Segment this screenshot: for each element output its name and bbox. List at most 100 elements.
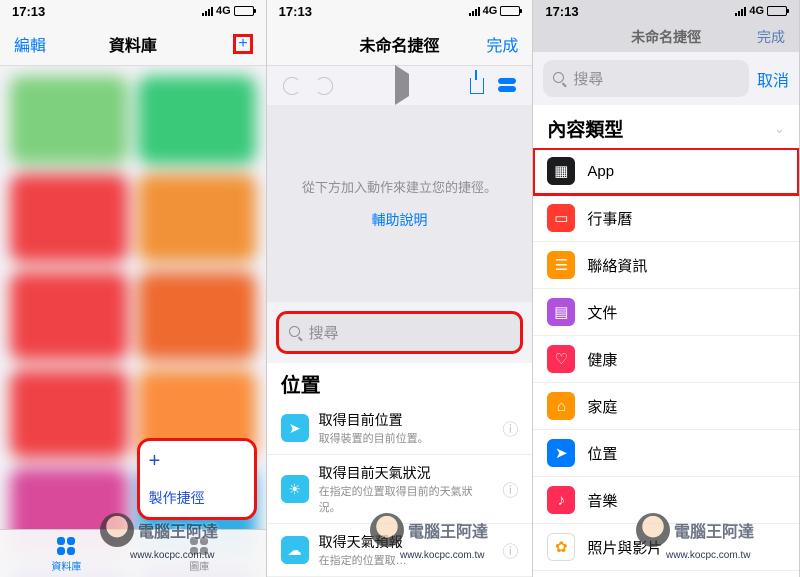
watermark-url: www.kocpc.com.tw [130, 550, 214, 561]
canvas-hint: 從下方加入動作來建立您的捷徑。 [302, 177, 497, 196]
category-item[interactable]: ☰ 聯絡資訊 [533, 242, 799, 289]
add-button[interactable]: + [234, 35, 251, 53]
search-row: 搜尋 取消 [533, 52, 799, 105]
search-placeholder: 搜尋 [309, 322, 339, 343]
shortcut-tile[interactable] [10, 174, 128, 262]
edit-button[interactable]: 編輯 [14, 32, 46, 56]
action-icon: ➤ [281, 414, 309, 442]
search-placeholder: 搜尋 [573, 68, 603, 89]
create-shortcut-card[interactable]: + 製作捷徑 [138, 439, 256, 519]
category-title: 內容類型 [547, 115, 623, 142]
status-right: 4G [469, 5, 521, 17]
status-right: 4G [202, 5, 254, 17]
action-subtitle: 取得裝置的目前位置。 [319, 430, 493, 446]
action-title: 取得目前位置 [319, 410, 493, 430]
shortcut-tile[interactable] [138, 174, 256, 262]
dimmed-nav: 未命名捷徑 完成 [533, 22, 799, 52]
chevron-down-icon: ⌄ [774, 121, 785, 137]
tab-library[interactable]: 資料庫 [0, 530, 133, 577]
category-icon: ➤ [547, 439, 575, 467]
shortcut-tile[interactable] [10, 370, 128, 458]
category-item[interactable]: ➤ 位置 [533, 430, 799, 477]
signal-icon [202, 7, 213, 16]
editor-canvas: 從下方加入動作來建立您的捷徑。 輔助說明 [267, 105, 533, 302]
status-right: 4G [735, 5, 787, 17]
watermark-url: www.kocpc.com.tw [400, 550, 484, 561]
category-item[interactable]: ▤ 文件 [533, 289, 799, 336]
library-content: + 製作捷徑 資料庫 圖庫 [0, 66, 266, 577]
search-input[interactable]: 搜尋 [277, 312, 523, 353]
category-label: 照片與影片 [587, 537, 662, 558]
action-row[interactable]: ☀ 取得目前天氣狀況 在指定的位置取得目前的天氣狀況。 ⓘ [267, 455, 533, 524]
action-row[interactable]: ➤ 取得目前位置 取得裝置的目前位置。 ⓘ [267, 402, 533, 455]
category-icon: ▦ [547, 157, 575, 185]
category-label: 聯絡資訊 [587, 255, 647, 276]
signal-icon [735, 7, 746, 16]
category-item[interactable]: ▦ App [533, 148, 799, 195]
category-header[interactable]: 內容類型 ⌄ [533, 105, 799, 148]
category-item[interactable]: ↑ 分享 [533, 571, 799, 577]
signal-icon [469, 7, 480, 16]
search-icon [289, 326, 303, 340]
status-time: 17:13 [12, 4, 45, 19]
network-label: 4G [483, 5, 498, 17]
category-label: App [587, 163, 614, 180]
cancel-button[interactable]: 取消 [757, 67, 789, 91]
redo-icon[interactable] [315, 77, 333, 95]
page-title: 資料庫 [109, 32, 157, 56]
share-icon[interactable] [470, 78, 484, 94]
status-bar: 17:13 4G [0, 0, 266, 22]
category-label: 行事曆 [587, 208, 632, 229]
tab-library-label: 資料庫 [51, 558, 81, 573]
section-header-location: 位置 [267, 363, 533, 402]
info-icon[interactable]: ⓘ [502, 477, 518, 501]
network-label: 4G [749, 5, 764, 17]
library-icon [55, 535, 77, 557]
category-label: 健康 [587, 349, 617, 370]
settings-icon[interactable] [498, 78, 516, 94]
nav-bar: 編輯 資料庫 + [0, 22, 266, 66]
category-list: ▦ App ▭ 行事曆 ☰ 聯絡資訊 ▤ 文件 ♡ 健康 ⌂ 家庭 ➤ 位置 ♪… [533, 148, 799, 577]
action-icon: ☀ [281, 475, 309, 503]
done-button[interactable]: 完成 [486, 32, 518, 56]
battery-icon [767, 6, 787, 16]
category-item[interactable]: ⌂ 家庭 [533, 383, 799, 430]
screen-editor: 17:13 4G 未命名捷徑 完成 從下方加入動作來建立您的捷徑。 輔助說明 搜… [267, 0, 534, 577]
action-title: 取得天氣預報 [319, 532, 493, 552]
category-label: 家庭 [587, 396, 617, 417]
status-time: 17:13 [279, 4, 312, 19]
info-icon[interactable]: ⓘ [502, 538, 518, 562]
battery-icon [234, 6, 254, 16]
category-icon: ♡ [547, 345, 575, 373]
editor-toolbar [267, 66, 533, 105]
shortcut-tile[interactable] [10, 272, 128, 360]
help-link[interactable]: 輔助說明 [372, 210, 428, 230]
status-time: 17:13 [545, 4, 578, 19]
info-icon[interactable]: ⓘ [502, 416, 518, 440]
category-icon: ☰ [547, 251, 575, 279]
screen-categories: 17:13 4G 未命名捷徑 完成 搜尋 取消 內容類型 ⌄ ▦ App ▭ 行… [533, 0, 800, 577]
category-item[interactable]: ♪ 音樂 [533, 477, 799, 524]
undo-icon[interactable] [283, 77, 301, 95]
shortcut-tile[interactable] [138, 272, 256, 360]
category-icon: ✿ [547, 533, 575, 561]
category-label: 文件 [587, 302, 617, 323]
shortcut-tile[interactable] [138, 76, 256, 164]
status-bar: 17:13 4G [533, 0, 799, 22]
category-icon: ⌂ [547, 392, 575, 420]
category-icon: ▭ [547, 204, 575, 232]
dimmed-title: 未命名捷徑 [631, 27, 701, 47]
category-icon: ♪ [547, 486, 575, 514]
page-title: 未命名捷徑 [359, 32, 439, 56]
action-subtitle: 在指定的位置取得目前的天氣狀況。 [319, 483, 493, 515]
search-icon [553, 72, 567, 86]
category-item[interactable]: ▭ 行事曆 [533, 195, 799, 242]
watermark-url: www.kocpc.com.tw [666, 550, 750, 561]
category-item[interactable]: ♡ 健康 [533, 336, 799, 383]
category-item[interactable]: ✿ 照片與影片 [533, 524, 799, 571]
shortcut-tile[interactable] [10, 76, 128, 164]
play-icon[interactable] [395, 65, 409, 105]
network-label: 4G [216, 5, 231, 17]
search-input[interactable]: 搜尋 [543, 60, 749, 97]
create-label: 製作捷徑 [149, 488, 245, 508]
